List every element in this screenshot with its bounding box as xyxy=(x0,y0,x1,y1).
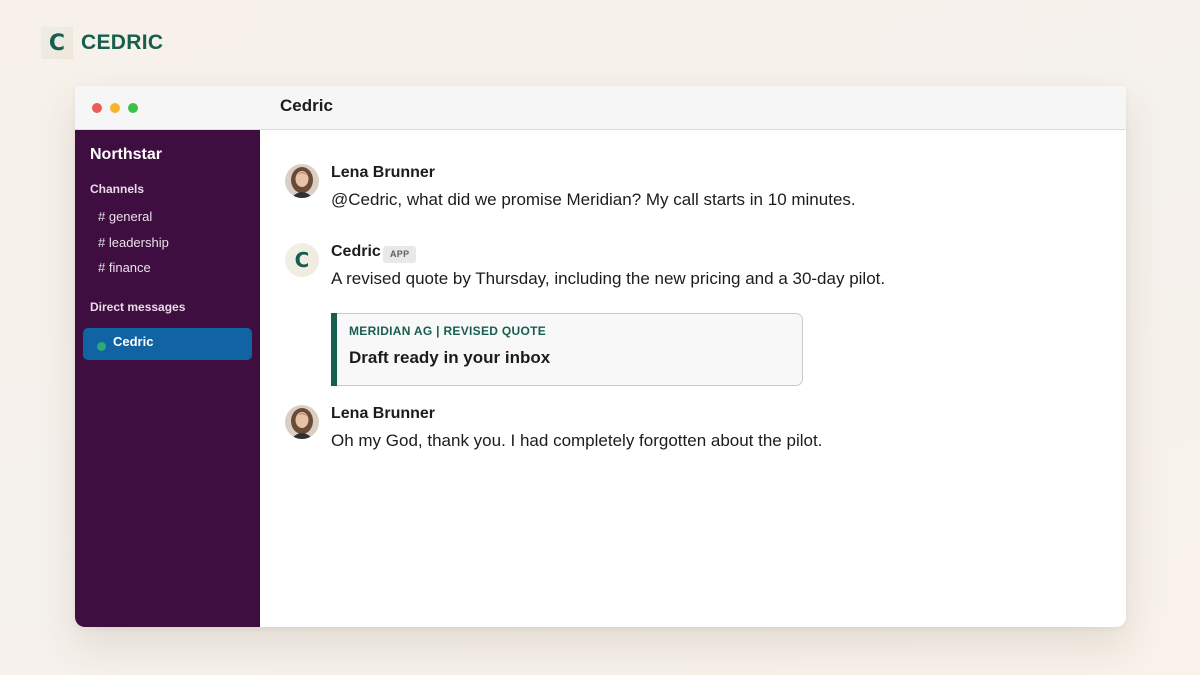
message-text: Oh my God, thank you. I had completely f… xyxy=(331,431,823,450)
sidebar-item-general[interactable]: # general xyxy=(98,209,152,224)
sidebar-item-label: Cedric xyxy=(113,334,154,349)
sender-name[interactable]: Cedric xyxy=(331,243,381,261)
brand-name: CEDRIC xyxy=(81,31,164,54)
sidebar-item-leadership[interactable]: # leadership xyxy=(98,235,169,250)
minimize-window-icon[interactable] xyxy=(110,103,120,113)
cedric-app-avatar-icon[interactable]: C xyxy=(285,243,319,277)
sidebar-item-finance[interactable]: # finance xyxy=(98,260,151,275)
app-badge: APP xyxy=(383,246,417,263)
attachment-accent-bar xyxy=(331,313,337,386)
user-avatar[interactable] xyxy=(285,164,319,198)
direct-messages-section-label[interactable]: Direct messages xyxy=(90,300,185,314)
close-window-icon[interactable] xyxy=(92,103,102,113)
channels-section-label[interactable]: Channels xyxy=(90,182,144,196)
sender-name[interactable]: Lena Brunner xyxy=(331,405,435,423)
app-window: Cedric Northstar Channels # general # le… xyxy=(75,86,1126,627)
brand: C CEDRIC xyxy=(41,27,163,59)
window-title: Cedric xyxy=(280,96,333,115)
online-status-icon xyxy=(97,342,106,351)
message-text: @Cedric, what did we promise Meridian? M… xyxy=(331,190,856,209)
user-avatar[interactable] xyxy=(285,405,319,439)
quote-attachment-card[interactable]: MERIDIAN AG | REVISED QUOTE Draft ready … xyxy=(331,313,803,386)
cedric-logo-icon: C xyxy=(41,27,73,59)
attachment-kicker: MERIDIAN AG | REVISED QUOTE xyxy=(349,324,547,338)
sidebar: Northstar Channels # general # leadershi… xyxy=(75,130,260,627)
message-pane: Lena Brunner @Cedric, what did we promis… xyxy=(260,130,1126,627)
maximize-window-icon[interactable] xyxy=(128,103,138,113)
workspace-name[interactable]: Northstar xyxy=(90,146,162,164)
sender-name[interactable]: Lena Brunner xyxy=(331,164,435,182)
attachment-title: Draft ready in your inbox xyxy=(349,348,551,367)
sidebar-item-cedric[interactable]: Cedric xyxy=(83,328,252,360)
title-bar: Cedric xyxy=(75,86,1126,130)
message-text: A revised quote by Thursday, including t… xyxy=(331,269,886,288)
